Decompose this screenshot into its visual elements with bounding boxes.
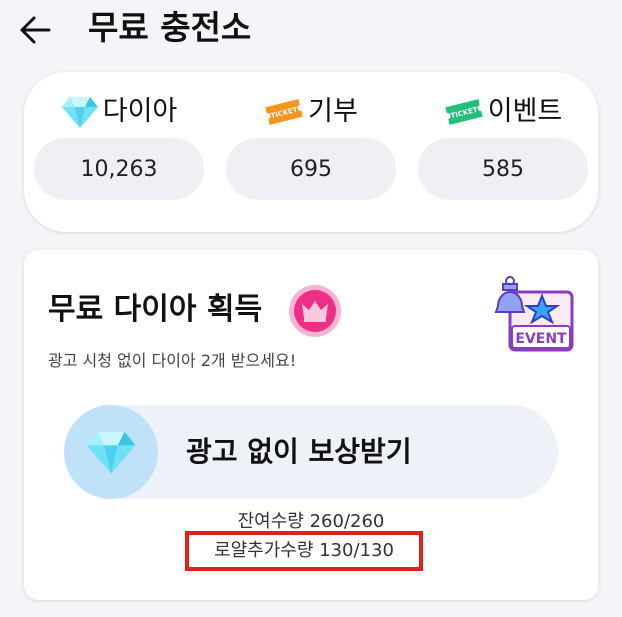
arrow-left-icon (20, 16, 51, 44)
crown-badge-icon (289, 285, 341, 337)
claim-button-label: 광고 없이 보상받기 (186, 435, 412, 468)
currency-label: 이벤트 (487, 96, 563, 127)
currency-donation[interactable]: TICKET 기부 695 (226, 90, 396, 200)
royal-extra-quantity: 로얄추가수량 130/130 (214, 540, 394, 561)
diamond-icon (86, 431, 136, 474)
event-bell-icon: EVENT (494, 276, 574, 352)
back-button[interactable] (16, 10, 56, 50)
page-title: 무료 충전소 (88, 8, 252, 47)
reward-description: 광고 시청 없이 다이아 2개 받으세요! (48, 351, 297, 370)
header: 무료 충전소 (0, 0, 622, 60)
currency-event[interactable]: TICKET 이벤트 585 (418, 90, 588, 200)
diamond-icon (61, 97, 98, 128)
currency-label: 기부 (308, 96, 358, 127)
currency-diamond[interactable]: 다이아 10,263 (34, 90, 204, 200)
royal-extra-quantity-highlight: 로얄추가수량 130/130 (185, 531, 423, 571)
diamond-circle (64, 405, 158, 499)
currency-label: 다이아 (102, 96, 178, 127)
free-diamond-card: 무료 다이아 획득 EVENT 광고 시청 없이 다이아 2개 받으세요! 광고… (24, 250, 598, 600)
claim-without-ad-button[interactable]: 광고 없이 보상받기 (64, 405, 558, 499)
currency-value: 585 (418, 138, 588, 200)
currency-summary-card: 다이아 10,263 TICKET 기부 695 TICKET 이벤트 585 (24, 72, 598, 232)
ticket-icon: TICKET (265, 99, 303, 125)
currency-value: 695 (226, 138, 396, 200)
reward-title: 무료 다이아 획득 (48, 292, 263, 327)
ticket-icon: TICKET (445, 99, 483, 125)
currency-value: 10,263 (34, 138, 204, 200)
svg-text:EVENT: EVENT (515, 331, 567, 347)
